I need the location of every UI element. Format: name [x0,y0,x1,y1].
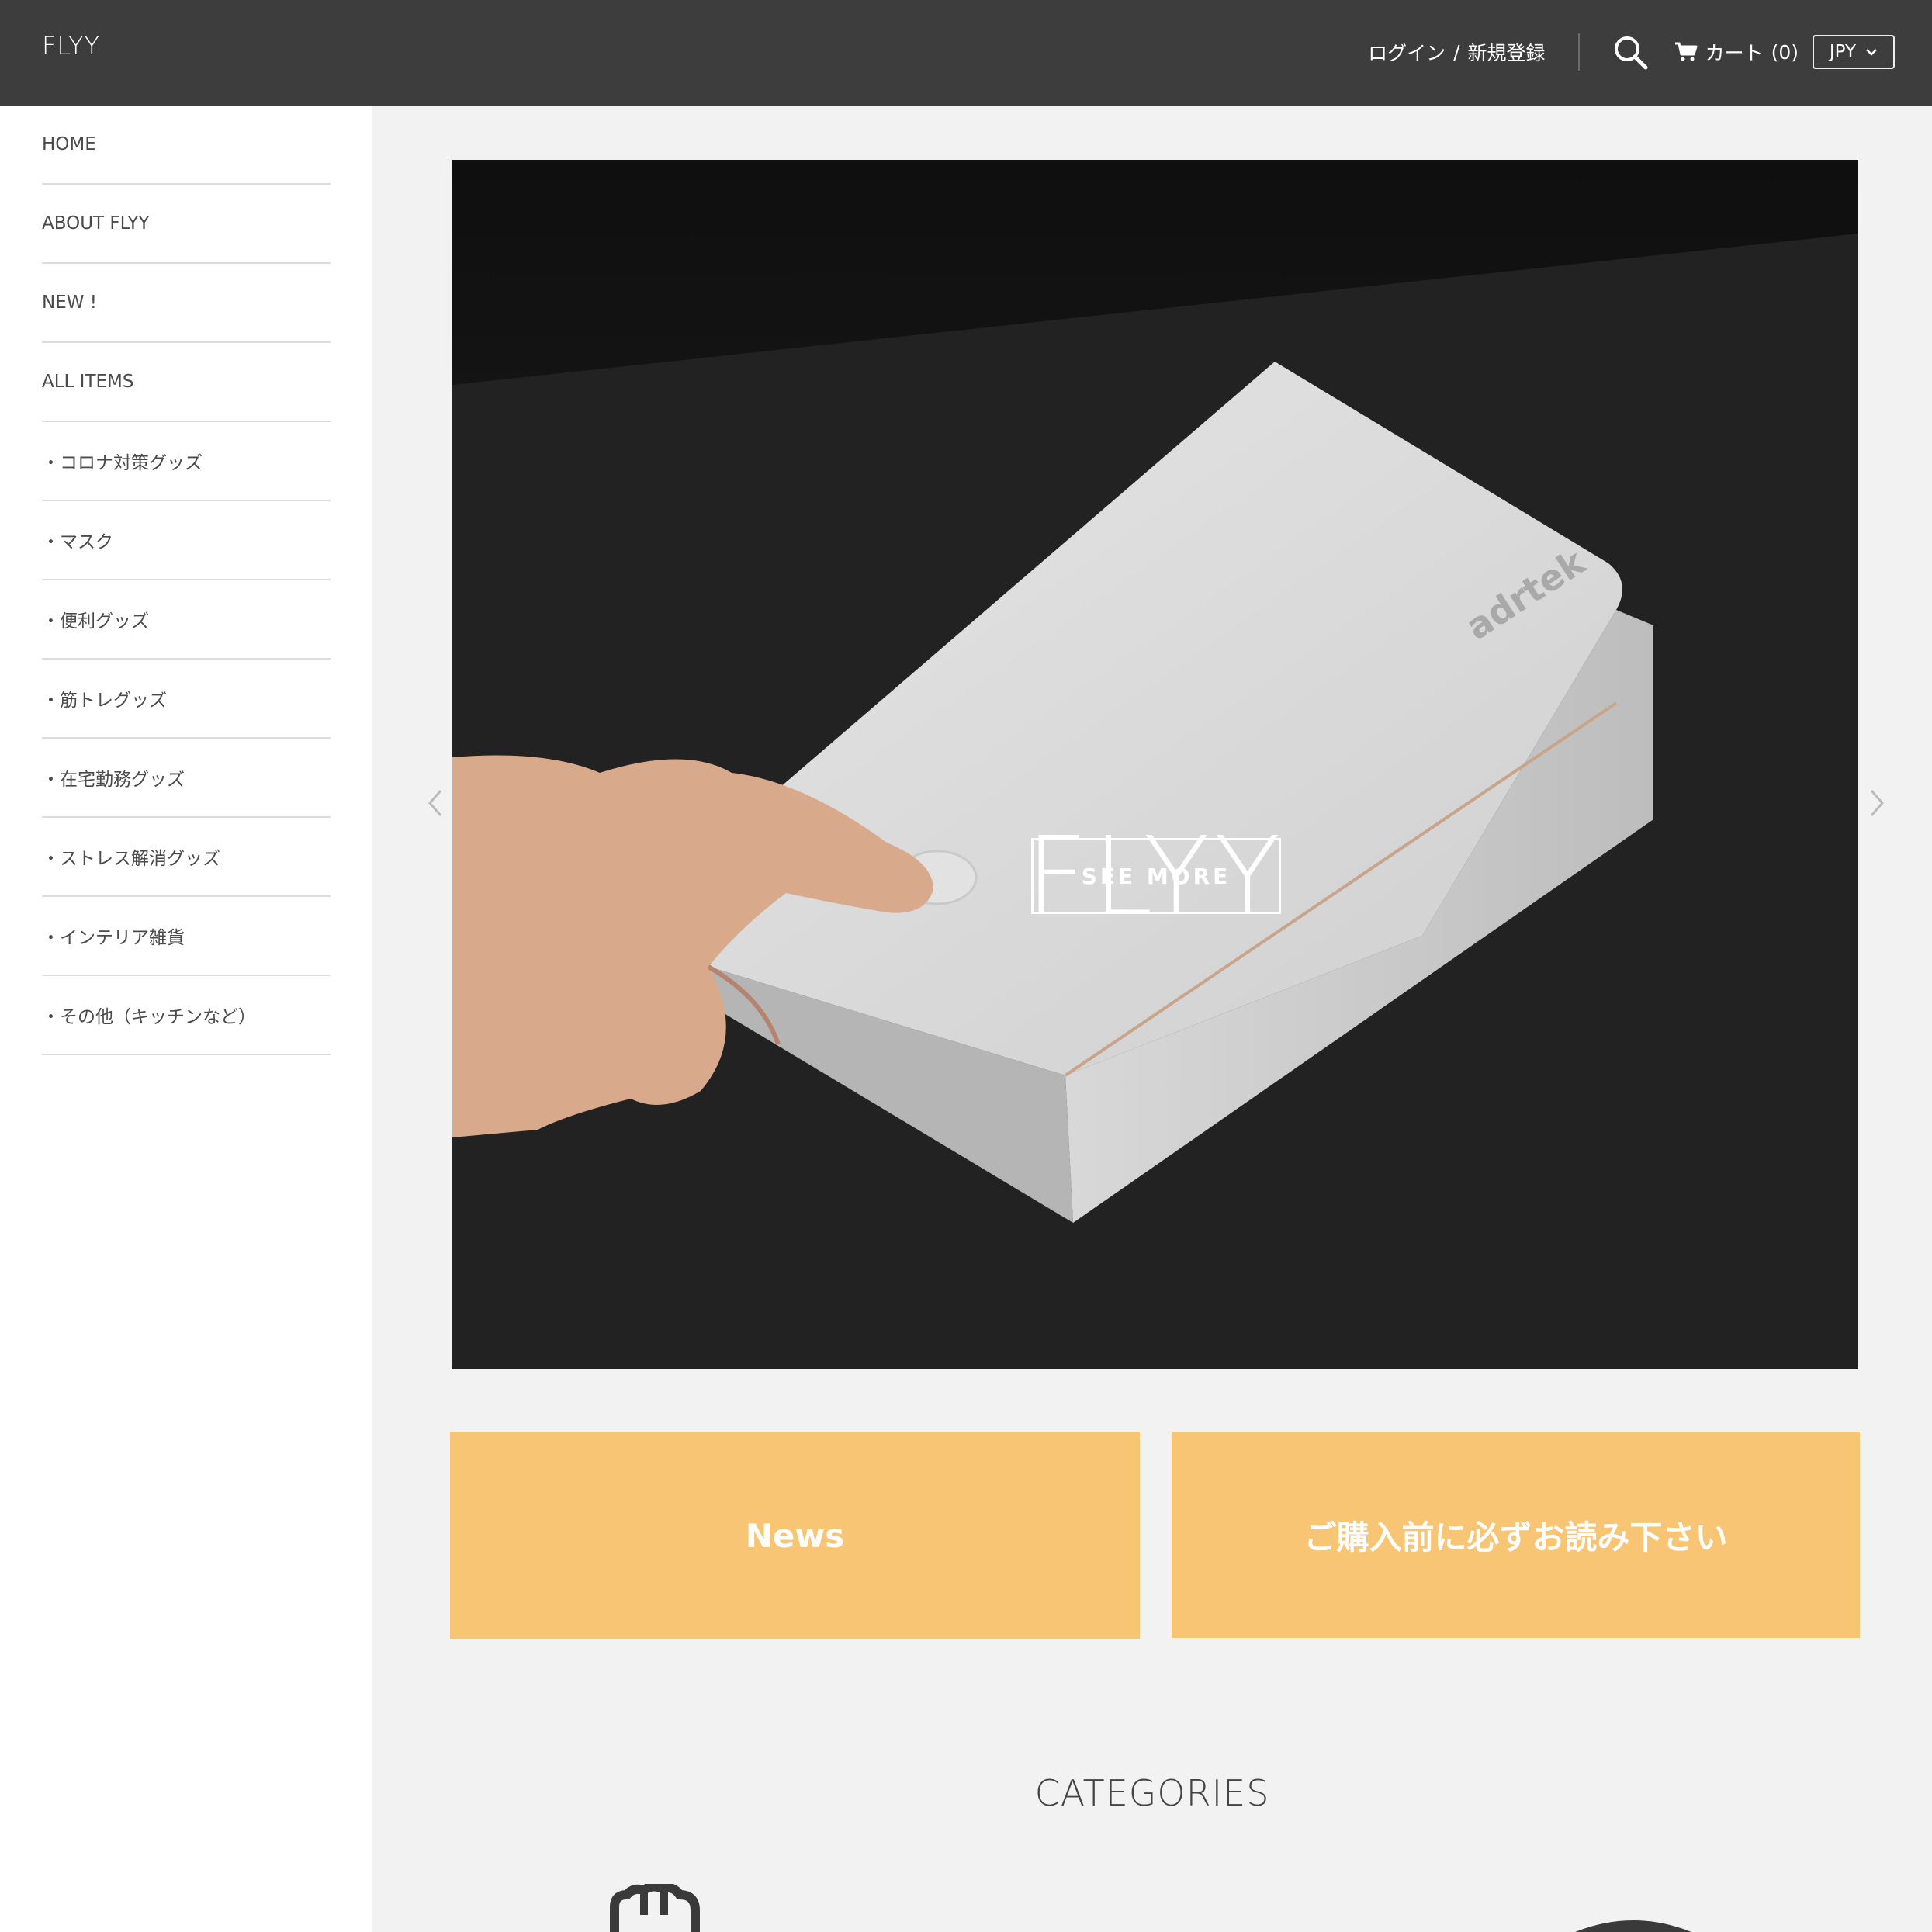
register-link[interactable]: 新規登録 [1468,38,1546,66]
hand-icon[interactable] [599,1884,723,1932]
sidebar-item-useful[interactable]: ・便利グッズ [42,580,331,660]
sidebar-item-label: ・ストレス解消グッズ [42,849,220,869]
sidebar-item-label: HOME [42,134,96,154]
header-actions: ログイン / 新規登録 カート (0) JPY [1368,33,1895,71]
sidebar-item-mask[interactable]: ・マスク [42,501,331,580]
site-header: FLYY ログイン / 新規登録 カート (0) JPY [0,0,1932,106]
categories-heading: CATEGORIES [1034,1772,1270,1814]
sidebar-item-home[interactable]: HOME [42,106,331,185]
sidebar-item-training[interactable]: ・筋トレグッズ [42,660,331,739]
sidebar-item-remote-work[interactable]: ・在宅勤務グッズ [42,739,331,818]
currency-select[interactable]: JPY [1813,35,1895,69]
sidebar-item-label: ABOUT FLYY [42,213,150,234]
sidebar-item-label: ・マスク [42,532,113,552]
cart-label: カート [1705,42,1764,64]
cart-count: (0) [1771,40,1799,64]
sidebar-item-label: ・筋トレグッズ [42,691,167,711]
search-icon[interactable] [1612,34,1648,70]
sidebar-item-about[interactable]: ABOUT FLYY [42,185,331,264]
sidebar-item-corona[interactable]: ・コロナ対策グッズ [42,422,331,501]
see-more-button[interactable]: SEE MORE [1031,838,1281,914]
sidebar-item-label: ・コロナ対策グッズ [42,453,203,473]
login-link[interactable]: ログイン [1368,38,1446,66]
sidebar-nav: HOME ABOUT FLYY NEW ! ALL ITEMS ・コロナ対策グッ… [42,106,331,1055]
currency-value: JPY [1829,42,1857,62]
sidebar: HOME ABOUT FLYY NEW ! ALL ITEMS ・コロナ対策グッ… [0,106,372,1932]
auth-separator: / [1453,40,1460,64]
header-divider [1577,33,1580,71]
sidebar-item-label: ・在宅勤務グッズ [42,770,185,790]
chevron-right-icon[interactable] [1865,788,1889,819]
sidebar-item-label: ALL ITEMS [42,372,134,392]
hero-image: adrtek [452,160,1858,1369]
sidebar-item-other[interactable]: ・その他（キッチンなど） [42,976,331,1055]
hero-slideshow[interactable]: adrtek FLYY SEE MORE [452,160,1858,1369]
category-icon[interactable] [1567,1916,1699,1932]
sidebar-item-stress[interactable]: ・ストレス解消グッズ [42,818,331,897]
sidebar-item-new[interactable]: NEW ! [42,264,331,343]
news-banner[interactable]: News [450,1432,1140,1639]
chevron-down-icon [1866,49,1877,56]
cart-icon [1674,42,1698,61]
sidebar-item-interior[interactable]: ・インテリア雑貨 [42,897,331,976]
sidebar-item-label: ・インテリア雑貨 [42,928,185,948]
read-before-purchase-banner[interactable]: ご購入前に必ずお読み下さい [1172,1432,1860,1638]
cart-link[interactable]: カート (0) [1674,38,1799,66]
sidebar-item-all-items[interactable]: ALL ITEMS [42,343,331,422]
chevron-left-icon[interactable] [424,788,447,819]
auth-links: ログイン / 新規登録 [1368,38,1545,66]
sidebar-item-label: ・便利グッズ [42,611,149,632]
site-logo[interactable]: FLYY [42,31,100,61]
sidebar-item-label: NEW ! [42,293,98,313]
sidebar-item-label: ・その他（キッチンなど） [42,1007,256,1027]
